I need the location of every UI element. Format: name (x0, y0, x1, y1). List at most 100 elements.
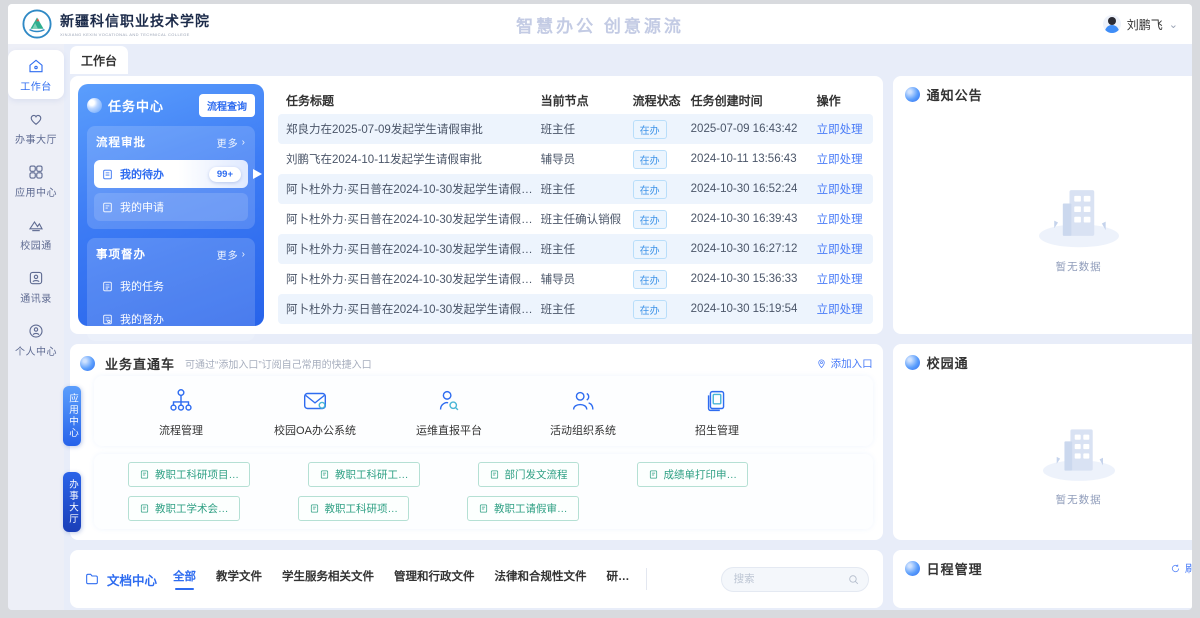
person-circle-icon (27, 322, 45, 340)
campus-title: 校园通 (927, 353, 969, 372)
group-title: 流程审批 (96, 134, 146, 150)
org-chart-icon (166, 386, 196, 416)
person-search-icon (434, 386, 464, 416)
quick-link-button[interactable]: 教职工科研项… (298, 496, 410, 521)
task-center-panel: 任务中心 流程查询 流程审批 更多 › (78, 84, 264, 326)
app-ops-report[interactable]: 运维直报平台 (406, 386, 492, 438)
schedule-icon (905, 561, 920, 576)
quick-link-button[interactable]: 成绩单打印申… (637, 462, 749, 487)
sidebar-item-personal[interactable]: 个人中心 (8, 315, 64, 364)
process-query-button[interactable]: 流程查询 (199, 94, 255, 117)
app-process-management[interactable]: 流程管理 (138, 386, 224, 438)
handle-now-link[interactable]: 立即处理 (817, 304, 863, 316)
sidebar-item-app-center[interactable]: 应用中心 (8, 156, 64, 205)
people-icon (568, 386, 598, 416)
app-activity-org[interactable]: 活动组织系统 (540, 386, 626, 438)
app-shortcuts-panel: 流程管理 校园OA办公系统 运维直报平台 (94, 376, 873, 446)
form-icon (319, 469, 330, 480)
schedule-title: 日程管理 (927, 559, 983, 578)
more-link[interactable]: 更多 › (217, 135, 246, 150)
mountain-cloud-icon (27, 216, 45, 234)
my-application-item[interactable]: 我的申请 (94, 193, 248, 221)
form-icon (139, 469, 150, 480)
more-link[interactable]: 更多 › (217, 247, 246, 262)
vertical-tab-service-hall[interactable]: 办事大厅 (63, 472, 81, 532)
status-badge: 在办 (633, 210, 667, 229)
table-row[interactable]: 阿卜杜外力·买日普在2024-10-30发起学生请假… 班主任 在办 2024-… (278, 294, 873, 324)
document-edit-icon (101, 201, 114, 214)
status-badge: 在办 (633, 270, 667, 289)
sidebar-item-workbench[interactable]: 工作台 (8, 50, 64, 99)
user-menu[interactable]: 刘鹏飞 ⌄ (1103, 15, 1178, 33)
form-icon (489, 469, 500, 480)
divider (646, 568, 647, 590)
quick-link-button[interactable]: 教职工科研项目… (128, 462, 250, 487)
status-badge: 在办 (633, 120, 667, 139)
task-table-header: 任务标题 当前节点 流程状态 任务创建时间 操作 (278, 86, 873, 114)
college-name-en: XINJIANG KEXIN VOCATIONAL AND TECHNICAL … (60, 32, 210, 37)
handle-now-link[interactable]: 立即处理 (817, 184, 863, 196)
vertical-tab-app-center[interactable]: 应用中心 (63, 386, 81, 446)
form-icon (478, 503, 489, 514)
table-row[interactable]: 阿卜杜外力·买日普在2024-10-30发起学生请假… 班主任 在办 2024-… (278, 174, 873, 204)
handle-now-link[interactable]: 立即处理 (817, 244, 863, 256)
college-logo-icon (22, 9, 52, 39)
search-icon (847, 573, 860, 586)
chevron-down-icon: ⌄ (1169, 18, 1178, 31)
sidebar-item-contacts[interactable]: 通讯录 (8, 262, 64, 311)
notice-title: 通知公告 (927, 85, 983, 104)
sidebar-item-service-hall[interactable]: 办事大厅 (8, 103, 64, 152)
quick-link-button[interactable]: 教职工科研工… (308, 462, 420, 487)
refresh-icon (1170, 563, 1181, 574)
add-entry-link[interactable]: 添加入口 (816, 356, 873, 371)
task-center-title: 任务中心 (108, 96, 164, 115)
my-tasks-item[interactable]: 我的任务 (94, 272, 248, 300)
empty-state: 暂无数据 (893, 381, 1192, 540)
doc-tab-all[interactable]: 全部 (173, 568, 196, 590)
top-header: 智慧办公 创意源流 新疆科信职业技术学院 XINJIANG KEXIN VOCA… (8, 4, 1192, 44)
business-express-card: 业务直通车 可通过“添加入口”订阅自己常用的快捷入口 添加入口 应用中心 (70, 344, 883, 540)
handle-now-link[interactable]: 立即处理 (817, 274, 863, 286)
handle-now-link[interactable]: 立即处理 (817, 214, 863, 226)
doc-tab-student-service[interactable]: 学生服务相关文件 (282, 568, 374, 590)
app-admission[interactable]: 招生管理 (674, 386, 760, 438)
pin-icon (816, 358, 827, 369)
checklist-icon (101, 280, 114, 293)
left-sidebar: 工作台 办事大厅 应用中心 校园通 通讯录 个人中心 (8, 44, 64, 610)
doc-tab-admin[interactable]: 管理和行政文件 (394, 568, 475, 590)
my-todo-item[interactable]: 我的待办 99+ (94, 160, 248, 188)
table-row[interactable]: 阿卜杜外力·买日普在2024-10-30发起学生请假… 辅导员 在办 2024-… (278, 264, 873, 294)
refresh-link[interactable]: 刷新 (1170, 561, 1192, 576)
contact-card-icon (27, 269, 45, 287)
quick-link-button[interactable]: 教职工学术会… (128, 496, 240, 521)
campus-icon (905, 355, 920, 370)
process-approval-group: 流程审批 更多 › 我的待办 99+ (87, 126, 255, 229)
table-row[interactable]: 阿卜杜外力·买日普在2024-10-30发起学生请假… 班主任确认销假 在办 2… (278, 204, 873, 234)
handle-now-link[interactable]: 立即处理 (817, 154, 863, 166)
group-title: 事项督办 (96, 246, 146, 262)
table-row[interactable]: 阿卜杜外力·买日普在2024-10-30发起学生请假… 班主任 在办 2024-… (278, 234, 873, 264)
handle-now-link[interactable]: 立即处理 (817, 124, 863, 136)
main-content: 工作台 任务中心 流程查询 (64, 44, 1192, 610)
grid-icon (27, 163, 45, 181)
tablet-doc-icon (702, 386, 732, 416)
user-name: 刘鹏飞 (1127, 16, 1163, 33)
matter-supervision-group: 事项督办 更多 › 我的任务 (87, 238, 255, 341)
table-row[interactable]: 刘鹏飞在2024-10-11发起学生请假审批 辅导员 在办 2024-10-11… (278, 144, 873, 174)
my-supervision-item[interactable]: 我的督办 (94, 305, 248, 333)
empty-illustration (1021, 173, 1137, 253)
page-tabbar: 工作台 (70, 44, 1192, 74)
doc-center-title: 文档中心 (84, 570, 157, 589)
campus-panel: 校园通 添加入口 (893, 344, 1192, 540)
quick-link-button[interactable]: 教职工请假审… (467, 496, 579, 521)
sidebar-item-campus[interactable]: 校园通 (8, 209, 64, 258)
notice-panel: 通知公告 查看更多 › (893, 76, 1192, 334)
doc-tab-legal[interactable]: 法律和合规性文件 (495, 568, 587, 590)
table-row[interactable]: 郑良力在2025-07-09发起学生请假审批 班主任 在办 2025-07-09… (278, 114, 873, 144)
doc-tab-research[interactable]: 研… (607, 568, 630, 590)
doc-tab-teaching[interactable]: 教学文件 (216, 568, 262, 590)
app-campus-oa[interactable]: 校园OA办公系统 (272, 386, 358, 438)
quick-link-button[interactable]: 部门发文流程 (478, 462, 579, 487)
schedule-panel: 日程管理 刷新 更多 › (893, 550, 1192, 608)
tab-workbench[interactable]: 工作台 (70, 46, 128, 74)
